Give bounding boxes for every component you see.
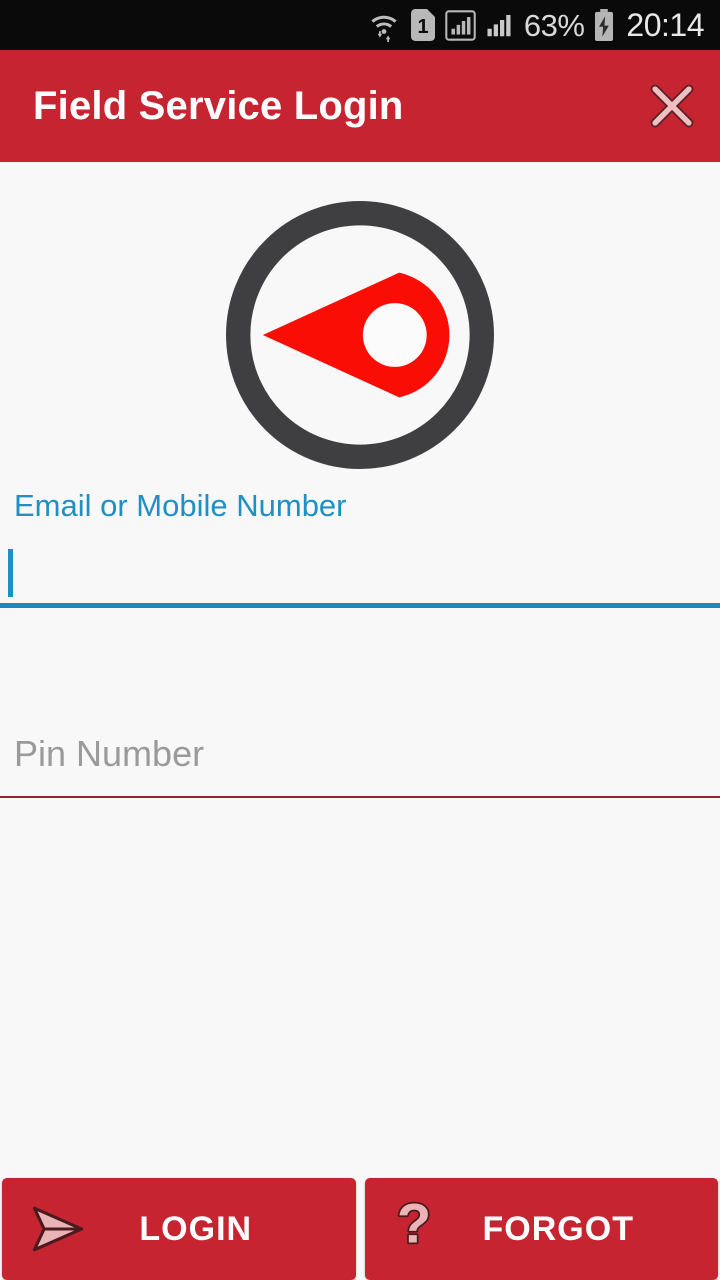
email-field-label: Email or Mobile Number [14, 488, 347, 523]
status-bar-clock: 20:14 [626, 7, 704, 43]
compass-location-pin-logo [226, 201, 494, 469]
login-button[interactable]: LOGIN [2, 1178, 356, 1280]
svg-text:1: 1 [417, 16, 428, 38]
app-logo [0, 185, 720, 485]
email-field-underline [0, 603, 720, 608]
email-field-group: Email or Mobile Number [0, 490, 720, 608]
battery-percent-label: 63% [523, 7, 585, 43]
status-bar: 1 63% 20:14 [0, 0, 720, 50]
pin-input[interactable]: Pin Number [0, 736, 720, 772]
page-title: Field Service Login [33, 83, 404, 128]
pin-field-group: Pin Number [0, 736, 720, 798]
svg-text:?: ? [396, 1198, 430, 1254]
signal-bars-icon [485, 10, 515, 40]
login-form: Email or Mobile Number Pin Number [0, 490, 720, 798]
sim-1-icon: 1 [410, 9, 436, 41]
login-screen: 1 63% 20:14 Field Service Login Email or… [0, 0, 720, 1280]
battery-charging-icon [593, 9, 615, 41]
text-caret [8, 549, 13, 597]
app-title-bar: Field Service Login [0, 50, 720, 162]
close-x-icon [650, 84, 694, 128]
email-input[interactable] [0, 543, 720, 603]
pin-field-underline [0, 796, 720, 798]
question-mark-icon: ? [391, 1198, 437, 1260]
close-button[interactable] [640, 74, 704, 138]
signal-boxed-icon [445, 9, 476, 41]
wifi-transfer-icon [367, 8, 401, 42]
send-arrow-icon [30, 1204, 86, 1254]
action-button-bar: LOGIN ? FORGOT [0, 1178, 720, 1280]
forgot-button[interactable]: ? FORGOT [364, 1178, 718, 1280]
